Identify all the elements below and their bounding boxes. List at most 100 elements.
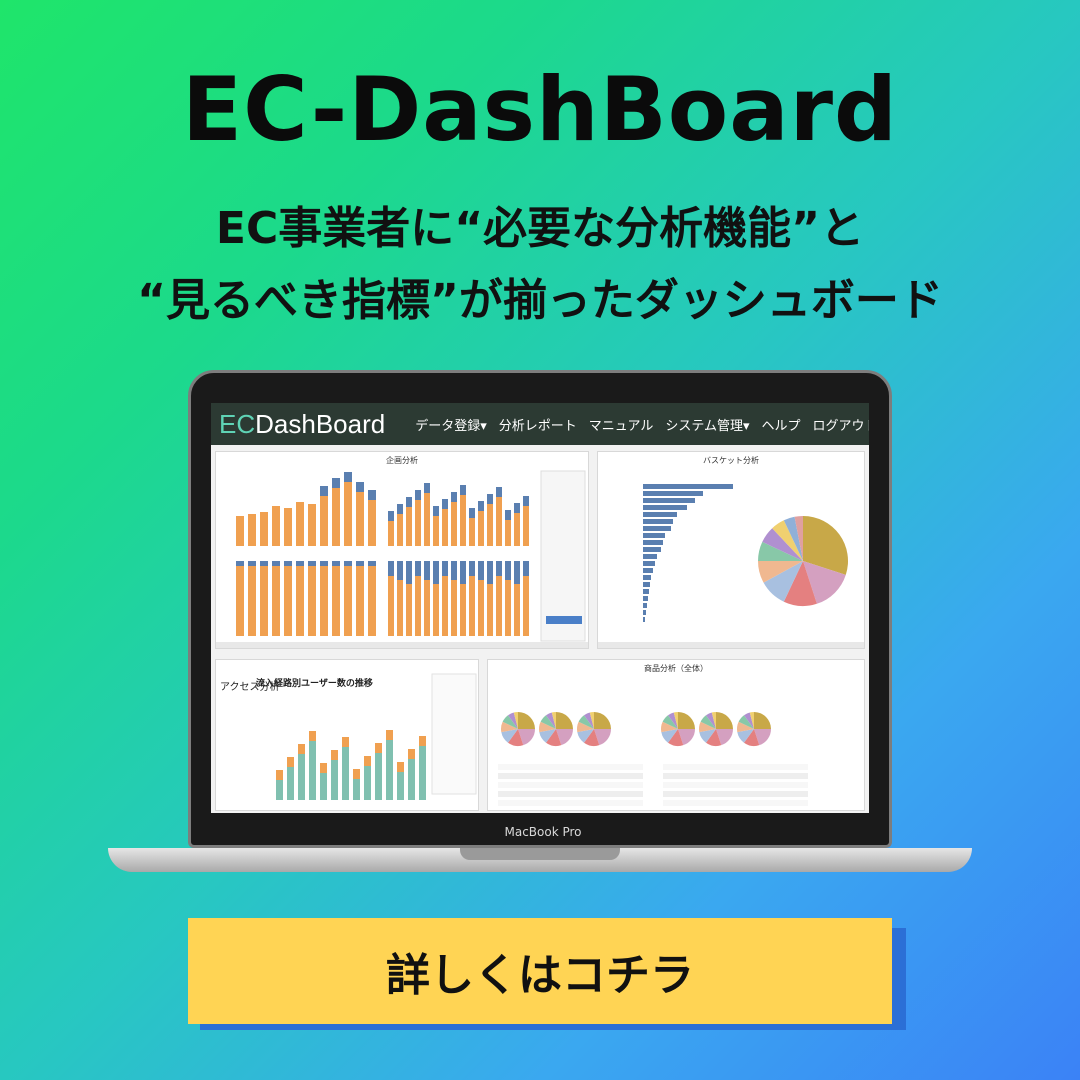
plan-bar xyxy=(460,485,466,495)
table-row xyxy=(663,791,808,797)
product-pie xyxy=(737,712,771,746)
plan-bar xyxy=(433,516,439,546)
access-bar xyxy=(287,757,294,767)
basket-bar xyxy=(643,519,673,524)
plan-bar xyxy=(248,566,256,636)
basket-bar xyxy=(643,561,655,566)
access-bar xyxy=(353,779,360,800)
plan-bar xyxy=(296,566,304,636)
plan-bar xyxy=(397,576,403,636)
plan-bar xyxy=(523,506,529,546)
access-bar xyxy=(342,737,349,747)
table-row xyxy=(498,764,643,770)
access-bar xyxy=(375,753,382,800)
plan-bar xyxy=(236,566,244,636)
basket-bar xyxy=(643,498,695,503)
plan-bar xyxy=(397,514,403,546)
basket-bar xyxy=(643,554,657,559)
plan-bar xyxy=(284,566,292,636)
basket-analysis-title: バスケット分析 xyxy=(703,456,759,465)
plan-bar xyxy=(320,566,328,636)
plan-analysis-panel: 企画分析 xyxy=(215,451,589,649)
access-bar xyxy=(353,769,360,779)
basket-bar xyxy=(643,575,651,580)
plan-bar xyxy=(505,520,511,546)
table-row xyxy=(498,791,643,797)
access-bar xyxy=(309,741,316,800)
plan-bar xyxy=(406,497,412,507)
access-bar xyxy=(320,773,327,800)
basket-bar xyxy=(643,491,703,496)
access-analysis-panel: アクセス分析 流入経路別ユーザー数の推移 xyxy=(215,659,479,811)
plan-bar xyxy=(424,576,430,636)
basket-analysis-panel: バスケット分析 xyxy=(597,451,865,649)
plan-bar xyxy=(332,566,340,636)
plan-bar xyxy=(344,482,352,546)
table-row xyxy=(498,800,643,806)
table-row xyxy=(663,764,808,770)
basket-bar xyxy=(643,596,648,601)
plan-bar xyxy=(332,561,340,566)
access-bar xyxy=(342,747,349,800)
access-bar xyxy=(298,754,305,800)
product-pie xyxy=(699,712,733,746)
product-analysis-title: 商品分析（全体） xyxy=(644,664,708,673)
tab-strip[interactable] xyxy=(598,642,864,648)
basket-bar xyxy=(643,526,671,531)
plan-bar xyxy=(284,561,292,566)
plan-bar xyxy=(356,482,364,492)
basket-bar xyxy=(643,540,663,545)
plan-bar xyxy=(236,516,244,546)
plan-bar xyxy=(308,566,316,636)
table-row xyxy=(498,782,643,788)
plan-bar xyxy=(397,504,403,514)
nav-item-data-register[interactable]: データ登録▾ xyxy=(415,415,487,434)
nav-item-help[interactable]: ヘルプ xyxy=(762,415,801,434)
plan-bar xyxy=(478,576,484,636)
nav-item-system-admin[interactable]: システム管理▾ xyxy=(665,415,749,434)
access-bar xyxy=(331,750,338,760)
pie-slice xyxy=(716,712,733,729)
plan-bar xyxy=(496,561,502,576)
plan-bar xyxy=(496,576,502,636)
plan-bar xyxy=(424,561,430,580)
app-logo[interactable]: ECDashBoard xyxy=(219,409,385,440)
plan-bar xyxy=(442,561,448,576)
basket-bar xyxy=(643,589,649,594)
pie-slice xyxy=(678,712,695,729)
plan-bar xyxy=(523,496,529,506)
plan-bar xyxy=(487,561,493,584)
plan-bar xyxy=(523,576,529,636)
plan-bar xyxy=(451,576,457,636)
plan-bar xyxy=(433,506,439,516)
plan-analysis-title: 企画分析 xyxy=(386,456,418,465)
access-bar xyxy=(364,766,371,800)
plan-bar xyxy=(356,561,364,566)
product-pie xyxy=(661,712,695,746)
product-pies xyxy=(498,712,808,806)
basket-bar xyxy=(643,512,677,517)
filter-sidebar[interactable] xyxy=(540,470,586,642)
plan-bar xyxy=(451,492,457,502)
access-bar xyxy=(375,743,382,753)
details-button[interactable]: 詳しくはコチラ xyxy=(188,918,892,1024)
plan-bar xyxy=(433,561,439,584)
plan-bar xyxy=(514,561,520,584)
product-pie xyxy=(539,712,573,746)
plan-bar xyxy=(260,512,268,546)
laptop: ECDashBoard データ登録▾ 分析レポート マニュアル システム管理▾ … xyxy=(188,370,892,848)
nav-item-logout[interactable]: ログアウト xyxy=(813,415,869,434)
plan-bar xyxy=(356,566,364,636)
table-row xyxy=(663,800,808,806)
nav-item-manual[interactable]: マニュアル xyxy=(589,415,654,434)
nav-item-analysis-report[interactable]: 分析レポート xyxy=(499,415,577,434)
plan-bar xyxy=(296,561,304,566)
plan-bar xyxy=(344,561,352,566)
plan-bar xyxy=(368,561,376,566)
headline: EC-DashBoard xyxy=(182,58,898,161)
plan-bar xyxy=(368,500,376,546)
tab-strip[interactable] xyxy=(216,642,588,648)
plan-bar xyxy=(236,561,244,566)
plan-bar xyxy=(505,576,511,636)
plan-bar xyxy=(424,483,430,493)
